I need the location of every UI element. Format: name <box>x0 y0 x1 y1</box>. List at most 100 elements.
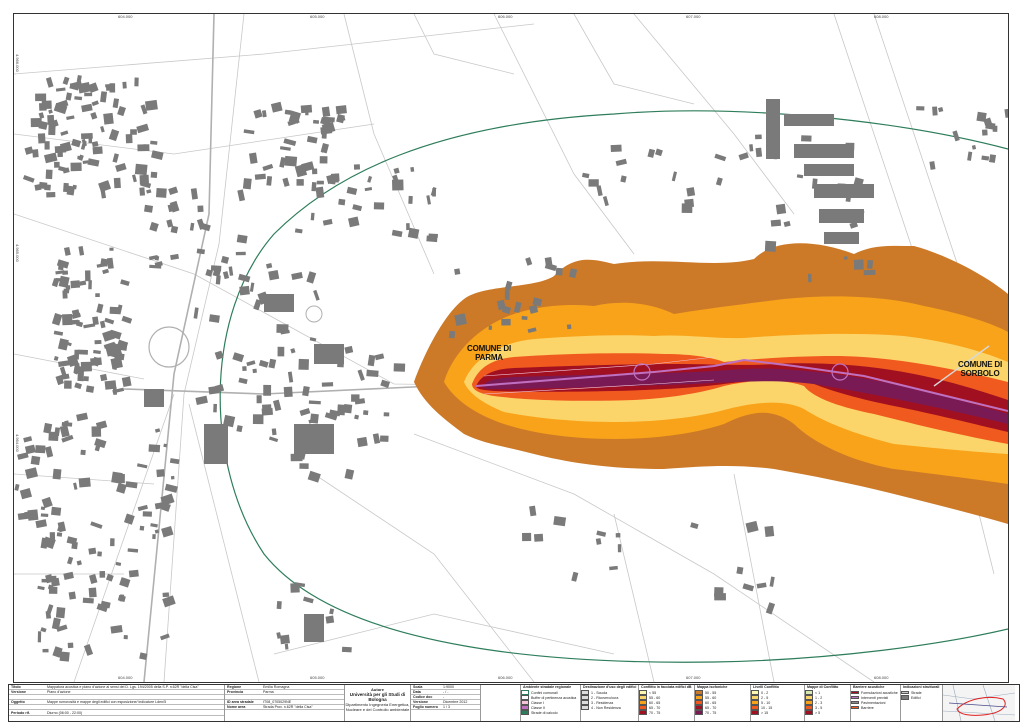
building <box>80 449 86 456</box>
building <box>270 101 283 113</box>
building <box>43 152 58 164</box>
building <box>134 77 139 87</box>
building <box>971 145 977 150</box>
building <box>374 353 385 361</box>
building <box>76 560 82 566</box>
building <box>932 106 938 116</box>
building <box>83 376 89 382</box>
building <box>112 153 119 163</box>
building <box>14 483 20 491</box>
building <box>168 186 179 195</box>
building <box>62 76 70 85</box>
building <box>189 222 195 231</box>
building <box>132 174 137 183</box>
building <box>46 191 56 198</box>
building <box>322 218 333 226</box>
building <box>51 278 60 288</box>
building <box>54 161 60 168</box>
building <box>988 154 997 163</box>
building <box>982 129 988 136</box>
building <box>287 371 294 383</box>
building <box>79 280 87 286</box>
building <box>268 358 277 369</box>
building <box>686 187 696 197</box>
building <box>282 177 290 187</box>
building <box>284 643 289 650</box>
noise-zones <box>414 243 1008 524</box>
building <box>92 146 103 155</box>
building <box>298 358 309 370</box>
building <box>279 634 290 645</box>
building <box>41 496 53 509</box>
label-comune-parma: COMUNE DI PARMA <box>467 344 511 362</box>
building <box>373 202 385 210</box>
building <box>320 126 333 135</box>
building <box>30 455 41 466</box>
building <box>756 582 767 589</box>
building <box>372 433 381 444</box>
building <box>306 271 317 284</box>
building <box>55 87 66 92</box>
building <box>60 130 69 136</box>
building <box>428 233 438 238</box>
legend-north-col: N <box>481 685 521 721</box>
building <box>220 255 230 264</box>
building <box>106 84 115 91</box>
building <box>252 368 257 374</box>
building <box>96 263 106 268</box>
building <box>82 597 94 604</box>
building <box>271 428 277 436</box>
building <box>316 180 324 185</box>
building <box>72 184 77 190</box>
building <box>770 219 782 227</box>
building <box>78 245 85 256</box>
building <box>235 251 246 256</box>
building <box>48 586 58 594</box>
building <box>310 212 315 221</box>
building <box>37 631 42 643</box>
building <box>170 475 175 480</box>
building <box>273 399 282 412</box>
building <box>312 168 318 175</box>
building <box>595 538 602 545</box>
building <box>210 265 222 272</box>
building <box>238 273 251 283</box>
building <box>127 548 139 553</box>
building <box>142 511 152 517</box>
map-frame[interactable]: COMUNE DI PARMA COMUNE DI SORBOLO 604.00… <box>13 13 1009 683</box>
building <box>77 373 84 382</box>
building <box>51 506 62 516</box>
building <box>111 471 123 484</box>
building-large <box>264 294 294 312</box>
building <box>344 468 355 480</box>
building <box>91 426 102 437</box>
building <box>291 271 303 280</box>
coord-left-3: 4.964.000 <box>15 434 20 452</box>
building <box>742 583 755 592</box>
building <box>45 610 52 619</box>
building <box>256 395 262 404</box>
building <box>67 556 74 565</box>
building <box>268 436 279 443</box>
legend-item: > 5 <box>805 710 850 715</box>
building <box>71 138 82 148</box>
building <box>242 178 252 190</box>
building <box>261 110 267 118</box>
building <box>308 400 321 405</box>
building <box>602 196 609 207</box>
building <box>671 171 678 182</box>
building <box>74 349 80 360</box>
building <box>63 571 74 580</box>
building <box>170 253 179 261</box>
coord-bottom-2: 605.000 <box>310 675 325 680</box>
building <box>70 162 82 172</box>
building <box>123 634 128 640</box>
building <box>193 307 199 319</box>
building <box>47 114 55 125</box>
building <box>110 625 123 634</box>
building <box>529 505 537 517</box>
building <box>321 106 331 118</box>
building <box>764 525 775 537</box>
coord-left-2: 4.965.000 <box>15 244 20 262</box>
building <box>290 453 303 462</box>
